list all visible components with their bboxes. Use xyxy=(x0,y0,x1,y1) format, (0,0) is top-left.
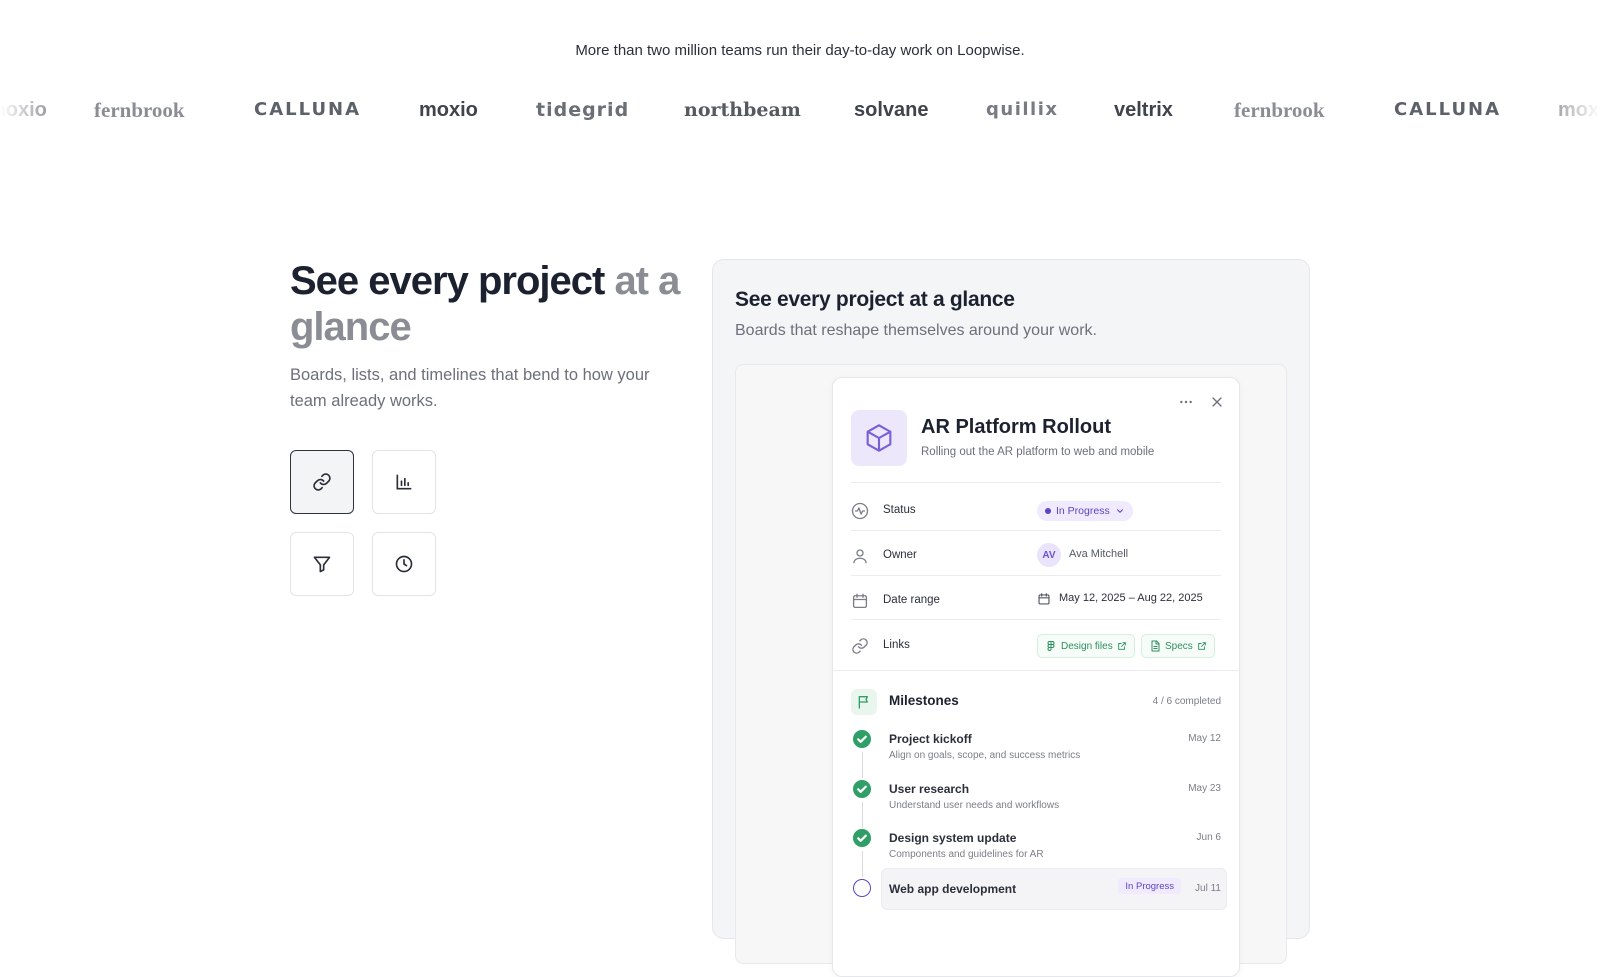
project-icon xyxy=(851,410,907,466)
status-label: Status xyxy=(883,504,916,516)
cube-icon xyxy=(866,424,892,452)
chevron-down-icon xyxy=(1116,509,1123,513)
customer-logo: moxio xyxy=(419,99,478,121)
links-label: Links xyxy=(883,639,910,651)
external-link-icon xyxy=(1198,642,1206,650)
design-files-label: Design files xyxy=(1061,640,1113,652)
status-badge: In Progress xyxy=(1118,878,1181,894)
customer-logo: moxio xyxy=(1558,99,1600,121)
check-icon xyxy=(857,735,867,743)
hero-title-main: See every project xyxy=(290,259,605,303)
calendar-icon xyxy=(1038,593,1050,605)
feature-button-links[interactable] xyxy=(290,450,354,514)
milestone-date: May 12 xyxy=(1188,733,1221,744)
customer-logo: fernbrook xyxy=(94,98,185,122)
feature-button-filter[interactable] xyxy=(290,532,354,596)
milestone-complete-check[interactable] xyxy=(853,780,871,798)
customer-logo: solvane xyxy=(854,99,929,121)
customer-logo: northbeam xyxy=(684,99,801,121)
external-link-icon xyxy=(1117,642,1126,650)
owner-label: Owner xyxy=(883,549,917,561)
activity-icon xyxy=(851,502,869,520)
milestone-open-check[interactable] xyxy=(853,879,871,897)
timeline-connector xyxy=(862,752,863,778)
milestone-name[interactable]: Project kickoff xyxy=(889,732,972,746)
milestones-count: 4 / 6 completed xyxy=(1152,696,1221,707)
feature-preview: AR Platform Rollout Rolling out the AR p… xyxy=(735,364,1287,977)
customer-logo: quillix xyxy=(986,99,1059,120)
customer-logo: veltrix xyxy=(1114,99,1173,121)
milestone-name[interactable]: User research xyxy=(889,782,969,796)
customer-logo: CALLUNA xyxy=(1394,99,1502,120)
milestone-date: Jun 6 xyxy=(1196,832,1221,843)
status-dropdown[interactable]: In Progress xyxy=(1037,501,1133,521)
milestone-date: May 23 xyxy=(1188,783,1221,794)
specs-label: Specs xyxy=(1165,640,1193,652)
hero-subtitle: Boards, lists, and timelines that bend t… xyxy=(290,366,650,410)
figma-icon xyxy=(1047,641,1055,651)
date-range-label: Date range xyxy=(883,594,940,606)
feature-selector xyxy=(290,450,436,596)
customer-logo: moxio xyxy=(0,99,47,121)
milestone-date: Jul 11 xyxy=(1195,883,1221,894)
milestone-name[interactable]: Web app development xyxy=(889,882,1016,896)
customer-logo: tidegrid xyxy=(536,99,630,121)
hero-title: See every project at a glance xyxy=(290,258,690,350)
timeline-connector xyxy=(862,851,863,877)
milestone-description: Understand user needs and workflows xyxy=(889,800,1060,811)
status-value: In Progress xyxy=(1056,505,1110,517)
user-icon xyxy=(853,549,867,564)
project-detail-panel: AR Platform Rollout Rolling out the AR p… xyxy=(832,377,1240,977)
check-icon xyxy=(857,785,867,793)
milestone-name[interactable]: Design system update xyxy=(889,831,1016,845)
date-range-value[interactable]: May 12, 2025 – Aug 22, 2025 xyxy=(1059,592,1203,604)
more-options-icon[interactable] xyxy=(1178,394,1194,410)
feature-card: See every project at a glance Boards tha… xyxy=(712,259,1310,977)
milestone-complete-check[interactable] xyxy=(853,829,871,847)
avatar: AV xyxy=(1037,543,1061,567)
feature-button-analytics[interactable] xyxy=(372,450,436,514)
design-files-link[interactable]: Design files xyxy=(1037,634,1135,658)
milestone-description: Components and guidelines for AR xyxy=(889,849,1044,860)
clock-icon xyxy=(395,555,413,573)
milestone-complete-check[interactable] xyxy=(853,730,871,748)
document-icon xyxy=(1151,640,1160,652)
calendar-icon xyxy=(852,593,868,609)
flag-icon xyxy=(858,696,868,709)
divider xyxy=(833,670,1239,671)
customer-logo: CALLUNA xyxy=(254,99,362,120)
feature-button-timeline[interactable] xyxy=(372,532,436,596)
trusted-by-tagline: More than two million teams run their da… xyxy=(575,42,1025,59)
divider xyxy=(851,530,1221,531)
divider xyxy=(851,619,1221,620)
customer-logo: fernbrook xyxy=(1234,98,1325,122)
filter-icon xyxy=(313,556,331,573)
milestones-icon xyxy=(851,689,877,715)
milestone-description: Align on goals, scope, and success metri… xyxy=(889,750,1081,761)
link-icon xyxy=(852,638,868,654)
check-icon xyxy=(857,834,867,842)
project-subtitle: Rolling out the AR platform to web and m… xyxy=(921,446,1155,458)
milestones-title: Milestones xyxy=(889,693,959,708)
link-icon xyxy=(313,473,331,491)
timeline-connector xyxy=(862,802,863,828)
project-title: AR Platform Rollout xyxy=(921,416,1111,438)
divider xyxy=(851,482,1221,483)
owner-name[interactable]: Ava Mitchell xyxy=(1069,548,1128,560)
feature-card-subtitle: Boards that reshape themselves around yo… xyxy=(735,322,1097,339)
specs-link[interactable]: Specs xyxy=(1141,634,1215,658)
feature-card-title: See every project at a glance xyxy=(735,288,1015,311)
divider xyxy=(851,575,1221,576)
close-icon[interactable] xyxy=(1209,394,1225,410)
bar-chart-icon xyxy=(396,474,412,490)
status-dot xyxy=(1045,508,1051,514)
customer-logo-strip: moxio fernbrook CALLUNA moxio tidegrid n… xyxy=(0,92,1600,128)
